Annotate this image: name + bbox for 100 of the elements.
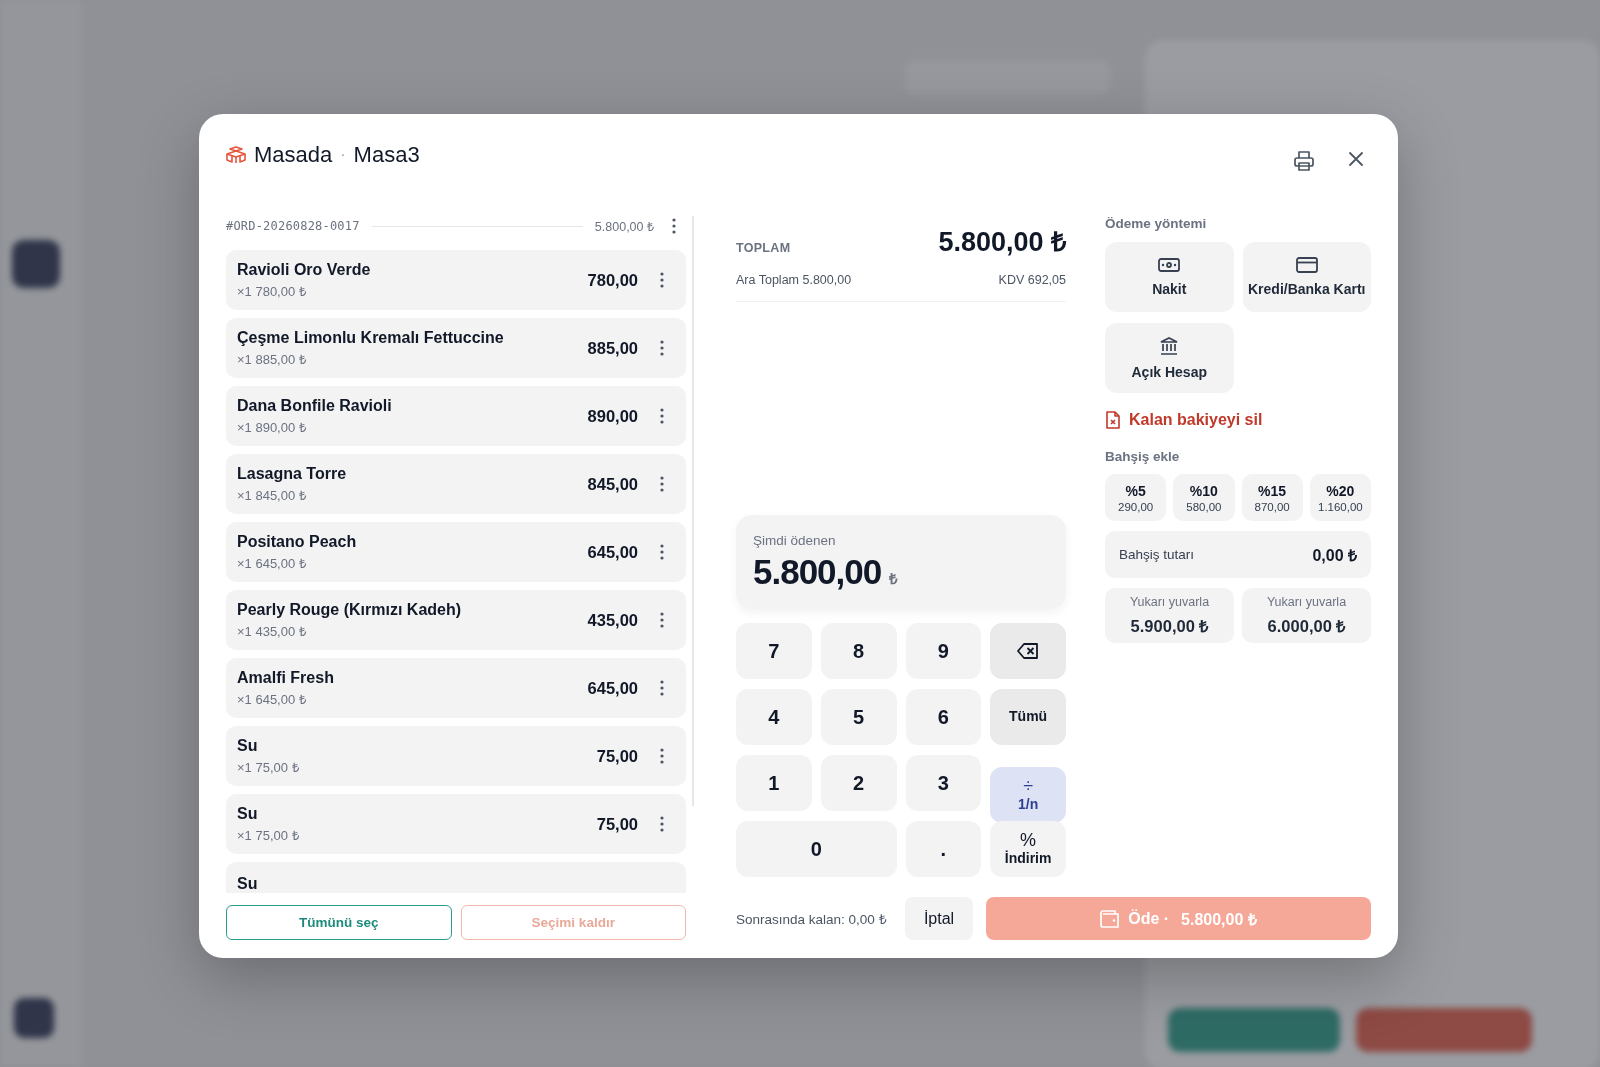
remaining-amount: Sonrasında kalan: 0,00 ₺ — [736, 910, 888, 928]
order-item[interactable]: Positano Peach ×1 645,00 ₺ 645,00 — [226, 522, 686, 582]
keypad-key[interactable]: 2 — [820, 755, 897, 811]
item-quantity-price: ×1 645,00 ₺ — [237, 690, 307, 708]
dialog-title: Masada — [254, 142, 333, 168]
title-separator: · — [340, 146, 346, 164]
order-item[interactable]: Pearly Rouge (Kırmızı Kadeh) ×1 435,00 ₺ 435,00 — [226, 590, 686, 650]
order-total: 5.800,00 ₺ — [594, 218, 654, 235]
order-item[interactable]: Su ×1 75,00 ₺ 75,00 — [226, 726, 686, 786]
keypad-key[interactable]: 0 — [736, 821, 897, 877]
keypad-key[interactable]: % İndirim — [990, 821, 1066, 877]
item-quantity-price: ×1 890,00 ₺ — [237, 418, 307, 436]
keypad-key[interactable]: 1 — [736, 755, 812, 811]
printer-icon — [1293, 150, 1315, 172]
payment-method-heading: Ödeme yöntemi — [1105, 216, 1208, 231]
more-icon[interactable] — [660, 816, 664, 832]
tax-amount: KDV 692,05 — [998, 273, 1066, 287]
item-price: 645,00 — [587, 542, 638, 562]
total-label: TOPLAM — [736, 241, 791, 255]
cash-icon — [1158, 257, 1181, 273]
item-price: 885,00 — [587, 338, 638, 358]
item-quantity-price: ×1 885,00 ₺ — [237, 350, 307, 368]
item-quantity-price: ×1 780,00 ₺ — [237, 282, 307, 300]
paid-now-label: Şimdi ödenen — [753, 533, 837, 548]
cancel-button[interactable]: İptal — [905, 897, 973, 940]
item-name: Pearly Rouge (Kırmızı Kadeh) — [237, 600, 463, 619]
clear-balance-button[interactable]: Kalan bakiyeyi sil — [1105, 411, 1263, 429]
keypad-key[interactable]: . — [905, 821, 982, 877]
paid-now-amount: 5.800,00 — [753, 552, 882, 592]
more-icon[interactable] — [660, 408, 664, 424]
order-item[interactable]: Su ×1 75,00 ₺ 75,00 — [226, 794, 686, 854]
order-item[interactable]: Su — [226, 862, 686, 893]
keypad-key[interactable]: ÷ 1/n — [990, 767, 1066, 823]
item-price: 845,00 — [587, 474, 638, 494]
wallet-icon — [1100, 909, 1121, 928]
item-quantity-price: ×1 435,00 ₺ — [237, 622, 307, 640]
item-name: Positano Peach — [237, 532, 358, 551]
keypad-key[interactable]: Tümü — [990, 689, 1066, 745]
more-icon[interactable] — [672, 218, 676, 234]
more-icon[interactable] — [660, 612, 664, 628]
more-icon[interactable] — [660, 340, 664, 356]
order-item[interactable]: Lasagna Torre ×1 845,00 ₺ 845,00 — [226, 454, 686, 514]
table-icon — [226, 146, 246, 164]
keypad-key[interactable]: 6 — [905, 689, 982, 745]
subtotal: Ara Toplam 5.800,00 — [736, 273, 852, 287]
tip-amount-label: Bahşiş tutarı — [1119, 547, 1195, 562]
keypad-key[interactable]: 4 — [736, 689, 812, 745]
item-price: 435,00 — [587, 610, 638, 630]
select-all-button[interactable]: Tümünü seç — [226, 905, 452, 940]
item-name: Ravioli Oro Verde — [237, 260, 372, 279]
more-icon[interactable] — [660, 476, 664, 492]
item-name: Su — [237, 804, 259, 823]
keypad-key[interactable]: 7 — [736, 623, 812, 679]
item-name: Su — [237, 736, 259, 755]
item-price: 780,00 — [587, 270, 638, 290]
round-up-button[interactable]: Yukarı yuvarla 5.900,00 ₺ — [1105, 588, 1234, 643]
item-name: Çeşme Limonlu Kremalı Fettuccine — [237, 328, 505, 347]
payment-method-button[interactable]: Açık Hesap — [1105, 323, 1234, 393]
card-icon — [1295, 257, 1318, 273]
tip-heading: Bahşiş ekle — [1105, 449, 1181, 464]
keypad-key[interactable] — [990, 623, 1066, 679]
item-name: Dana Bonfile Ravioli — [237, 396, 393, 415]
order-item[interactable]: Amalfi Fresh ×1 645,00 ₺ 645,00 — [226, 658, 686, 718]
item-quantity-price: ×1 845,00 ₺ — [237, 486, 307, 504]
order-item[interactable]: Dana Bonfile Ravioli ×1 890,00 ₺ 890,00 — [226, 386, 686, 446]
keypad-key[interactable]: 5 — [820, 689, 897, 745]
item-quantity-price: ×1 645,00 ₺ — [237, 554, 307, 572]
item-name: Su — [237, 875, 259, 893]
item-price: 890,00 — [587, 406, 638, 426]
round-up-button[interactable]: Yukarı yuvarla 6.000,00 ₺ — [1242, 588, 1371, 643]
backspace-icon — [1017, 643, 1040, 659]
tip-amount-field[interactable]: Bahşiş tutarı 0,00 ₺ — [1105, 531, 1371, 578]
bank-icon — [1159, 336, 1180, 356]
tip-preset-button[interactable]: %20 1.160,00 — [1309, 474, 1371, 521]
item-price: 75,00 — [596, 746, 638, 766]
item-quantity-price: ×1 75,00 ₺ — [237, 826, 300, 844]
more-icon[interactable] — [660, 680, 664, 696]
item-price: 645,00 — [587, 678, 638, 698]
tip-preset-button[interactable]: %15 870,00 — [1241, 474, 1303, 521]
currency-symbol: ₺ — [889, 569, 899, 588]
payment-method-button[interactable]: Kredi/Banka Kartı — [1242, 242, 1371, 312]
document-x-icon — [1105, 411, 1121, 429]
total-amount: 5.800,00 ₺ — [938, 226, 1066, 259]
order-item[interactable]: Ravioli Oro Verde ×1 780,00 ₺ 780,00 — [226, 250, 686, 310]
tip-preset-button[interactable]: %5 290,00 — [1105, 474, 1167, 521]
keypad-key[interactable]: 3 — [905, 755, 982, 811]
order-number: #ORD-20260828-0017 — [226, 219, 360, 233]
tip-preset-button[interactable]: %10 580,00 — [1173, 474, 1235, 521]
more-icon[interactable] — [660, 748, 664, 764]
item-name: Lasagna Torre — [237, 464, 348, 483]
more-icon[interactable] — [660, 544, 664, 560]
keypad-key[interactable]: 9 — [905, 623, 982, 679]
table-name: Masa3 — [353, 142, 420, 168]
payment-method-button[interactable]: Nakit — [1105, 242, 1234, 312]
keypad-key[interactable]: 8 — [820, 623, 897, 679]
item-quantity-price: ×1 75,00 ₺ — [237, 758, 300, 776]
order-item[interactable]: Çeşme Limonlu Kremalı Fettuccine ×1 885,00 ₺ 885,00 — [226, 318, 686, 378]
tip-amount: 0,00 ₺ — [1312, 545, 1357, 566]
close-icon — [1347, 150, 1365, 168]
more-icon[interactable] — [660, 272, 664, 288]
